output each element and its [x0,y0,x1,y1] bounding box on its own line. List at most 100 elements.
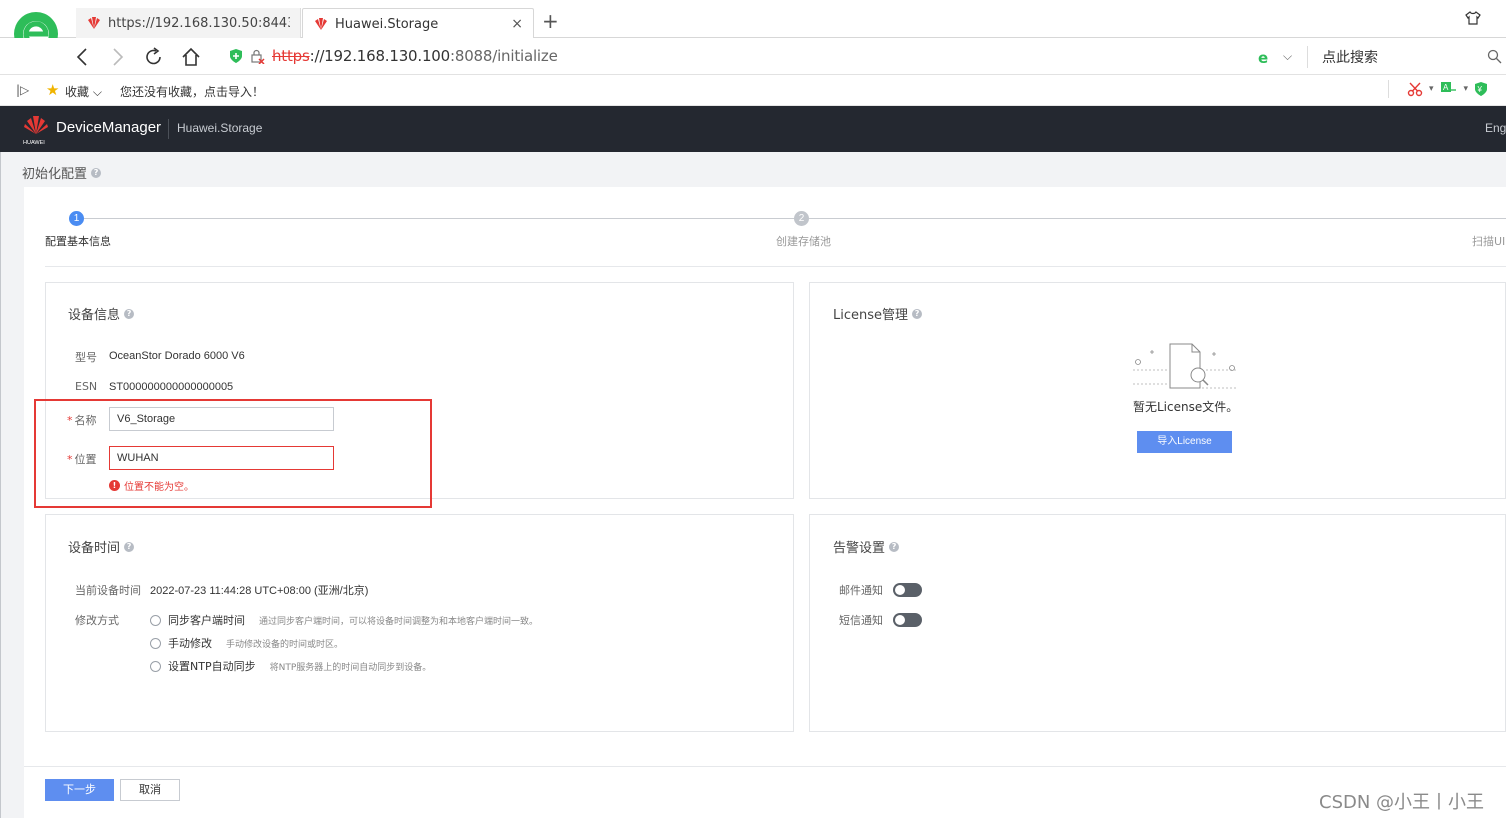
language-switch[interactable]: Engl [1485,121,1506,135]
ie-mode-icon[interactable]: e [1258,49,1268,67]
radio-label: 手动修改 [168,637,212,650]
star-icon[interactable]: ★ [46,81,59,99]
tab-inactive[interactable]: https://192.168.130.50:8443/O [76,8,301,38]
step-connector [84,218,794,219]
annotation-highlight [34,399,432,508]
divider [168,119,169,139]
skin-icon[interactable] [1465,10,1481,26]
help-icon[interactable]: ? [912,308,923,319]
radio-description: 通过同步客户端时间，可以将设备时间调整为和本地客户端时间一致。 [259,616,539,627]
divider [24,766,1506,767]
sms-notify-toggle[interactable] [893,613,922,627]
license-title: License管理 ? [833,304,923,323]
license-empty-text: 暂无License文件。 [1133,400,1239,414]
step-1-indicator: 1 [69,211,84,226]
device-time-title: 设备时间 ? [68,537,135,556]
model-label: 型号 [75,351,97,364]
favorites-hint[interactable]: 您还没有收藏，点击导入！ [120,83,264,100]
radio-ntp[interactable]: 设置NTP自动同步 将NTP服务器上的时间自动同步到设备。 [150,658,431,674]
time-mode-label: 修改方式 [75,614,119,627]
forward-icon[interactable] [106,46,128,68]
device-info-title: 设备信息 ? [68,304,135,323]
radio-sync-client[interactable]: 同步客户端时间 通过同步客户端时间，可以将设备时间调整为和本地客户端时间一致。 [150,612,538,628]
url-scheme: https [272,47,310,65]
divider [45,266,1506,267]
email-notify-toggle[interactable] [893,583,922,597]
chevron-down-icon[interactable]: ⌵ [1283,49,1292,64]
address-bar: https://192.168.130.100:8088/initialize … [0,38,1506,75]
sidebar-toggle-icon[interactable]: |▷ [16,83,29,97]
coupon-shield-icon[interactable]: ¥ [1474,81,1488,97]
radio-button[interactable] [150,660,161,672]
toolbar-extensions: ▾ A ▾ ¥ [1388,80,1488,98]
step-2-indicator: 2 [794,211,809,226]
translate-icon[interactable]: A [1440,81,1458,97]
empty-file-illustration-icon [1133,343,1236,389]
radio-description: 将NTP服务器上的时间自动同步到设备。 [269,662,432,673]
url-text[interactable]: https://192.168.130.100:8088/initialize [272,47,558,65]
search-icon[interactable] [1487,49,1502,64]
import-license-button[interactable]: 导入License [1137,431,1232,453]
device-info-title-text: 设备信息 [68,308,121,323]
license-title-text: License管理 [833,308,909,323]
close-tab-icon[interactable]: × [511,16,523,32]
favorites-bar: |▷ ★ 收藏 ⌵ 您还没有收藏，点击导入！ ▾ A ▾ ¥ [0,75,1506,106]
divider [0,152,1,818]
tab-title: https://192.168.130.50:8443/O [108,15,290,31]
model-value: OceanStor Dorado 6000 V6 [109,350,245,362]
huawei-logo-icon: HUAWEI [23,116,48,146]
tab-active[interactable]: Huawei.Storage × [302,8,534,39]
help-icon[interactable]: ? [124,308,135,319]
app-title: DeviceManager [56,119,162,136]
svg-text:A: A [1443,83,1449,92]
radio-description: 手动修改设备的时间或时区。 [226,639,344,650]
app-header: HUAWEI DeviceManager Huawei.Storage Engl [0,106,1506,152]
radio-manual[interactable]: 手动修改 手动修改设备的时间或时区。 [150,635,343,651]
scissors-icon[interactable] [1407,81,1423,97]
divider [1388,80,1389,98]
help-icon[interactable]: ? [124,541,135,552]
chevron-down-icon[interactable]: ▾ [1464,84,1469,94]
current-time-label: 当前设备时间 [75,584,141,597]
radio-label: 同步客户端时间 [168,614,245,627]
sms-notify-label: 短信通知 [839,614,883,627]
huawei-favicon [315,18,327,30]
chevron-down-icon[interactable]: ▾ [1429,84,1434,94]
tab-title: Huawei.Storage [335,16,439,32]
radio-button[interactable] [150,614,161,626]
next-button[interactable]: 下一步 [45,779,114,801]
step-1-label: 配置基本信息 [45,235,111,248]
home-icon[interactable] [180,46,202,68]
insecure-lock-icon[interactable] [249,48,265,64]
page-title: 初始化配置 ? [22,163,102,182]
security-icons [229,48,265,64]
chevron-down-icon: ⌵ [92,85,102,99]
favorites-menu[interactable]: 收藏 ⌵ [65,83,102,100]
url-host: ://192.168.130.100 [309,47,451,65]
divider [1307,46,1308,68]
url-path: :8088/initialize [450,47,558,65]
step-2-label: 创建存储池 [776,235,831,248]
radio-button[interactable] [150,637,161,649]
shield-plus-icon[interactable] [229,48,243,64]
browser-tab-bar: https://192.168.130.50:8443/O Huawei.Sto… [0,0,1506,60]
current-time-value: 2022-07-23 11:44:28 UTC+08:00 (亚洲/北京) [150,585,369,597]
back-icon[interactable] [72,46,94,68]
huawei-favicon [88,17,100,29]
radio-label: 设置NTP自动同步 [168,660,256,673]
help-icon[interactable]: ? [91,167,102,178]
esn-value: ST000000000000000005 [109,381,234,393]
favorites-label: 收藏 [65,85,90,99]
alarm-title-text: 告警设置 [833,541,886,556]
help-icon[interactable]: ? [889,541,900,552]
new-tab-button[interactable]: + [542,11,559,31]
watermark: CSDN @小王丨小王 [1319,792,1485,813]
page-title-text: 初始化配置 [22,167,88,182]
reload-icon[interactable] [143,46,165,68]
device-time-title-text: 设备时间 [68,541,121,556]
alarm-title: 告警设置 ? [833,537,900,556]
email-notify-label: 邮件通知 [839,584,883,597]
huawei-wordmark: HUAWEI [23,140,45,146]
cancel-button[interactable]: 取消 [120,779,180,801]
search-input[interactable]: 点此搜索 [1322,47,1378,67]
